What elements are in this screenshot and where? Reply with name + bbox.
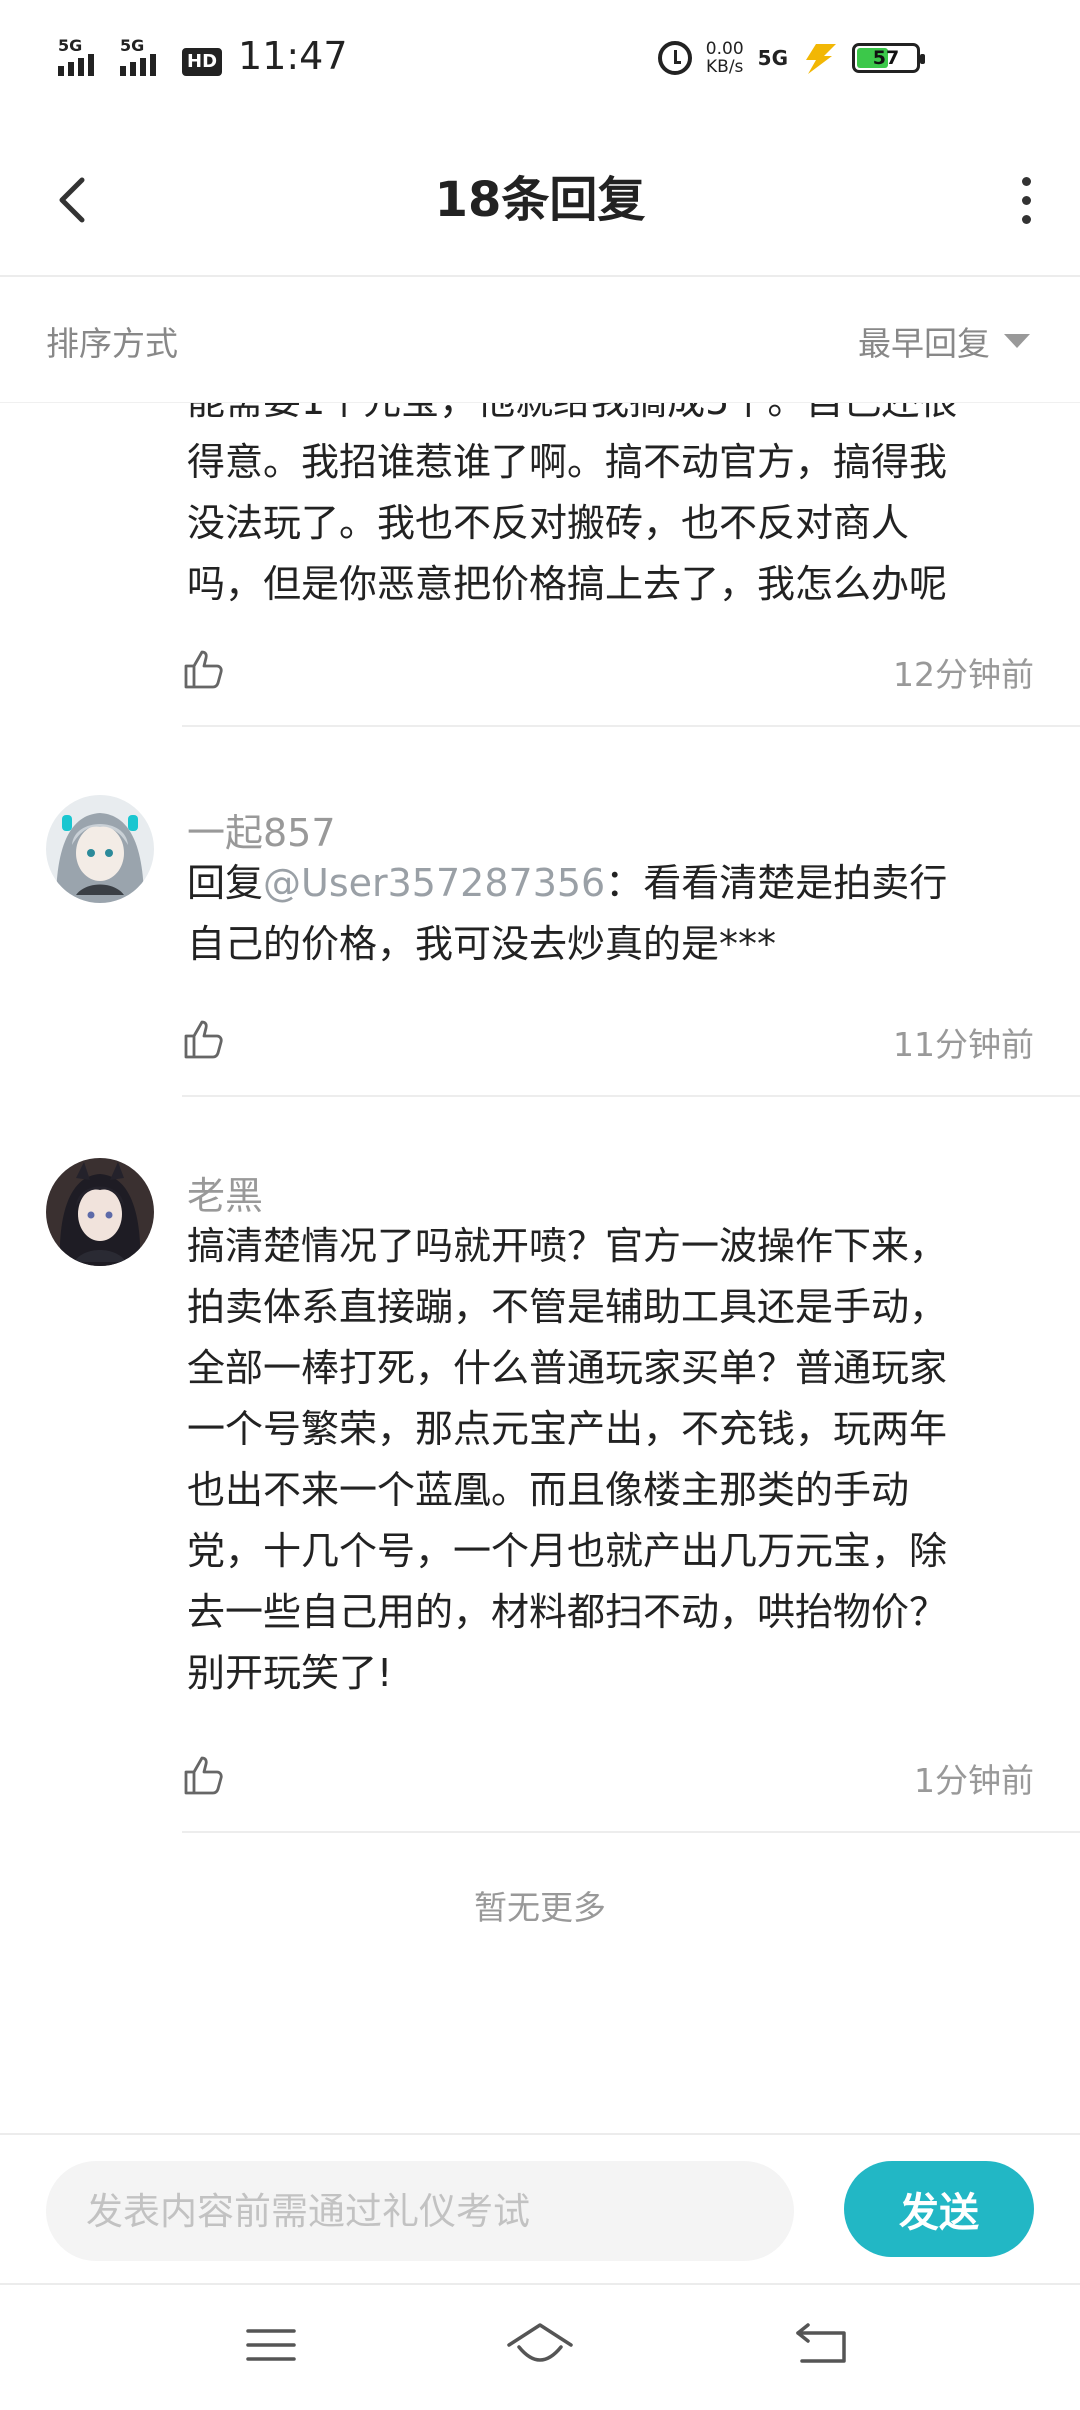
charging-bolt-icon: [806, 44, 836, 74]
status-left: 5G 5G HD 11:47: [58, 36, 348, 76]
page-title: 18条回复: [434, 172, 646, 228]
reply-prefix: 回复: [187, 861, 264, 905]
thumbs-up-icon[interactable]: [182, 647, 226, 691]
thumbs-up-icon[interactable]: [182, 1017, 226, 1061]
reply-list: 能需要1个元宝，他就给我搞成5个。自己还很 得意。我招谁惹谁了啊。搞不动官方，搞…: [0, 403, 1080, 2133]
no-more-label: 暂无更多: [474, 1888, 606, 1927]
status-bar: 5G 5G HD 11:47 0.00 KB/s 5G 57: [0, 0, 1080, 130]
reply-text-line: 能需要1个元宝，他就给我搞成5个。自己还很: [187, 403, 1047, 432]
reply-text-line: 党，十几个号，一个月也就产出几万元宝，除: [187, 1529, 948, 1573]
username[interactable]: 一起857: [187, 802, 336, 857]
reply-text-line: 没法玩了。我也不反对搬砖，也不反对商人: [187, 501, 910, 545]
reply-text-part: ：看看清楚是拍卖行: [605, 861, 948, 905]
sort-value: 最早回复: [858, 324, 990, 363]
composer-bar: 发送: [0, 2133, 1080, 2285]
reply-text-line: 拍卖体系直接蹦，不管是辅助工具还是手动，: [187, 1285, 948, 1329]
reply-text-line: 得意。我招谁惹谁了啊。搞不动官方，搞得我: [187, 440, 948, 484]
network-label-2: 5G: [120, 36, 145, 55]
reply-text-line: 也出不来一个蓝凰。而且像楼主那类的手动: [187, 1468, 910, 1512]
sort-dropdown[interactable]: 最早回复: [858, 317, 1030, 365]
comment-input[interactable]: [46, 2161, 794, 2261]
status-time: 11:47: [238, 34, 348, 78]
network-speed-unit: KB/s: [706, 57, 744, 77]
alarm-icon: [657, 41, 692, 75]
hd-voice-icon: HD: [182, 48, 223, 76]
reply-text-line: 自己的价格，我可没去炒真的是***: [187, 922, 777, 966]
network-label: 5G: [58, 36, 83, 55]
reply-text-line: 一个号繁荣，那点元宝产出，不充钱，玩两年: [187, 1407, 948, 1451]
sort-label: 排序方式: [46, 324, 178, 363]
reply-text: 回复@User357287356：看看清楚是拍卖行 自己的价格，我可没去炒真的是…: [187, 853, 1047, 975]
header: 18条回复: [0, 130, 1080, 277]
signal-icon: 5G: [58, 36, 110, 76]
send-button[interactable]: 发送: [844, 2161, 1034, 2257]
avatar[interactable]: [46, 1158, 154, 1266]
thumbs-up-icon[interactable]: [182, 1753, 226, 1797]
reply-text-line: 别开玩笑了!: [187, 1651, 393, 1695]
avatar[interactable]: [46, 795, 154, 903]
back-icon[interactable]: [788, 2315, 858, 2375]
sort-bar: 排序方式 最早回复: [0, 277, 1080, 403]
system-nav-bar: [0, 2283, 1080, 2410]
username[interactable]: 老黑: [187, 1165, 263, 1220]
mention-link[interactable]: @User357287356: [263, 861, 605, 905]
more-options-icon[interactable]: [1014, 170, 1038, 230]
triangle-down-icon: [1004, 334, 1030, 348]
reply-time: 12分钟前: [893, 655, 1034, 694]
signal-icon-2: 5G: [120, 36, 172, 76]
network-speed: 0.00 KB/s: [706, 40, 744, 76]
battery-percentage: 57: [872, 47, 900, 69]
menu-icon[interactable]: [236, 2315, 306, 2375]
divider: [182, 725, 1080, 727]
status-right: 0.00 KB/s 5G 57: [657, 40, 925, 76]
reply-text-line: 搞清楚情况了吗就开喷？官方一波操作下来，: [187, 1224, 948, 1268]
divider: [182, 1831, 1080, 1833]
network-type: 5G: [757, 46, 788, 70]
reply-time: 1分钟前: [914, 1761, 1034, 1800]
divider: [182, 1095, 1080, 1097]
network-speed-value: 0.00: [705, 39, 744, 59]
reply-time: 11分钟前: [893, 1025, 1034, 1064]
reply-text-line: 全部一棒打死，什么普通玩家买单？普通玩家: [187, 1346, 948, 1390]
reply-text-line: 去一些自己用的，材料都扫不动，哄抬物价？: [187, 1590, 948, 1634]
battery-icon: 57: [852, 43, 925, 73]
reply-text: 搞清楚情况了吗就开喷？官方一波操作下来， 拍卖体系直接蹦，不管是辅助工具还是手动…: [187, 1216, 1047, 1704]
reply-text-line: 吗，但是你恶意把价格搞上去了，我怎么办呢: [187, 562, 948, 606]
home-icon[interactable]: [505, 2315, 575, 2375]
reply-text: 能需要1个元宝，他就给我搞成5个。自己还很 得意。我招谁惹谁了啊。搞不动官方，搞…: [187, 403, 1047, 615]
